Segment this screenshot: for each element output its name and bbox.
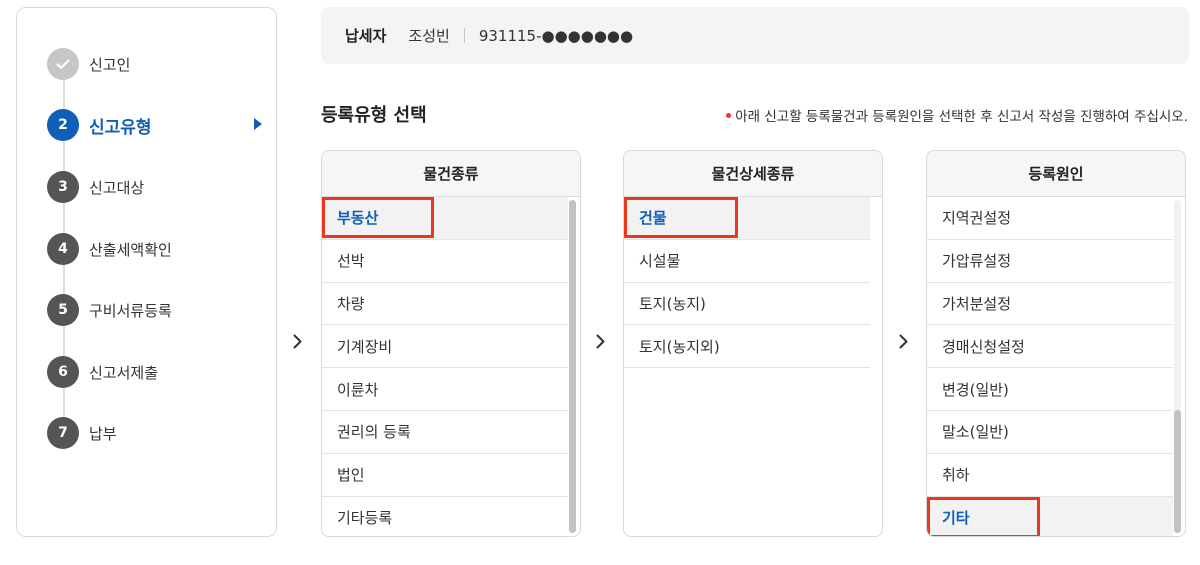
step-7-payment[interactable]: 7 납부 bbox=[47, 417, 262, 449]
property-type-scrollbar[interactable] bbox=[569, 200, 576, 533]
list-item-label: 선박 bbox=[337, 252, 365, 271]
list-item[interactable]: 기타등록 bbox=[322, 497, 568, 536]
property-detail-list-area: 건물시설물토지(농지) 토지(농지외) bbox=[624, 197, 882, 536]
list-item-label: 기타등록 bbox=[337, 508, 393, 527]
registration-cause-list-area: 지역권설정가압류설정가처분설정경매신청설정변경(일반) 말소(일반) 취하기타 bbox=[927, 197, 1185, 536]
step-3-number: 3 bbox=[47, 171, 79, 203]
chevron-right-icon bbox=[896, 333, 910, 349]
taxpayer-id-number: 931115-●●●●●●● bbox=[478, 26, 634, 45]
registration-cause-scroll-thumb[interactable] bbox=[1174, 410, 1181, 533]
step-7-number: 7 bbox=[47, 417, 79, 449]
list-item[interactable]: 선박 bbox=[322, 240, 568, 283]
list-item-label: 말소(일반) bbox=[942, 423, 1009, 442]
taxpayer-label: 납세자 bbox=[345, 27, 387, 45]
list-item-label: 차량 bbox=[337, 294, 365, 313]
list-item[interactable]: 말소(일반) bbox=[927, 411, 1173, 454]
list-item[interactable]: 변경(일반) bbox=[927, 368, 1173, 411]
list-item[interactable]: 시설물 bbox=[624, 240, 870, 283]
list-item[interactable]: 취하 bbox=[927, 454, 1173, 497]
step-5-documents[interactable]: 5 구비서류등록 bbox=[47, 294, 262, 326]
step-2-report-type[interactable]: 2 신고유형 bbox=[47, 109, 262, 141]
list-item-selected[interactable]: 건물 bbox=[624, 197, 870, 240]
step-3-report-target[interactable]: 3 신고대상 bbox=[47, 171, 262, 203]
step-5-label: 구비서류등록 bbox=[89, 301, 172, 320]
registration-cause-header: 등록원인 bbox=[927, 151, 1185, 197]
step-1-declarant[interactable]: 신고인 bbox=[47, 48, 262, 80]
list-item-selected[interactable]: 기타 bbox=[927, 496, 1173, 536]
instruction-notice: 아래 신고할 등록물건과 등록원인을 선택한 후 신고서 작성을 진행하여 주십… bbox=[726, 105, 1188, 125]
property-type-list-area: 부동산선박차량기계장비이륜차권리의 등록법인기타등록 bbox=[322, 197, 580, 536]
selection-highlight-box bbox=[927, 496, 1040, 536]
property-type-column: 물건종류 부동산선박차량기계장비이륜차권리의 등록법인기타등록 bbox=[321, 150, 581, 537]
step-7-label: 납부 bbox=[89, 424, 117, 443]
list-item-label: 이륜차 bbox=[337, 380, 379, 399]
step-navigator: 신고인 2 신고유형 3 신고대상 4 산출세액확인 5 구비서류등록 6 신고… bbox=[16, 7, 277, 537]
list-item[interactable]: 권리의 등록 bbox=[322, 411, 568, 454]
chevron-right-icon bbox=[290, 333, 304, 349]
list-item-label: 법인 bbox=[337, 466, 365, 485]
list-item-label: 토지(농지) bbox=[639, 294, 706, 313]
property-type-list: 부동산선박차량기계장비이륜차권리의 등록법인기타등록 bbox=[322, 197, 580, 536]
step-6-label: 신고서제출 bbox=[89, 363, 159, 382]
selection-highlight-box bbox=[322, 197, 434, 238]
list-item[interactable]: 경매신청설정 bbox=[927, 325, 1173, 369]
list-item[interactable]: 차량 bbox=[322, 283, 568, 326]
list-item-label: 변경(일반) bbox=[942, 380, 1009, 399]
list-item-label: 취하 bbox=[942, 466, 970, 485]
step-4-tax-check[interactable]: 4 산출세액확인 bbox=[47, 233, 262, 265]
step-3-label: 신고대상 bbox=[89, 178, 145, 197]
list-item[interactable]: 법인 bbox=[322, 454, 568, 497]
list-item-label: 권리의 등록 bbox=[337, 423, 411, 442]
section-title: 등록유형 선택 bbox=[321, 105, 427, 126]
registration-cause-column: 등록원인 지역권설정가압류설정가처분설정경매신청설정변경(일반) 말소(일반) 취하… bbox=[926, 150, 1186, 537]
property-detail-header: 물건상세종류 bbox=[624, 151, 882, 197]
property-detail-list: 건물시설물토지(농지) 토지(농지외) bbox=[624, 197, 882, 369]
step-2-number: 2 bbox=[47, 109, 79, 141]
list-item[interactable]: 토지(농지) bbox=[624, 283, 870, 326]
taxpayer-divider bbox=[463, 28, 465, 43]
list-item[interactable]: 가처분설정 bbox=[927, 283, 1173, 326]
property-type-header: 물건종류 bbox=[322, 151, 580, 197]
taxpayer-name: 조성빈 bbox=[408, 27, 450, 45]
registration-cause-scrollbar[interactable] bbox=[1174, 200, 1181, 533]
property-type-scroll-thumb[interactable] bbox=[569, 200, 576, 533]
step-4-label: 산출세액확인 bbox=[89, 240, 172, 259]
notice-text: 아래 신고할 등록물건과 등록원인을 선택한 후 신고서 작성을 진행하여 주십… bbox=[735, 109, 1188, 125]
list-item[interactable]: 토지(농지외) bbox=[624, 325, 870, 369]
registration-cause-list: 지역권설정가압류설정가처분설정경매신청설정변경(일반) 말소(일반) 취하기타 bbox=[927, 197, 1185, 536]
list-item[interactable]: 지역권설정 bbox=[927, 197, 1173, 240]
list-item-selected[interactable]: 부동산 bbox=[322, 197, 568, 240]
step-2-label: 신고유형 bbox=[89, 117, 152, 138]
list-item[interactable]: 가압류설정 bbox=[927, 240, 1173, 283]
step-6-number: 6 bbox=[47, 356, 79, 388]
list-item-label: 가처분설정 bbox=[942, 294, 1012, 313]
chevron-right-icon bbox=[593, 333, 607, 349]
step-6-submit[interactable]: 6 신고서제출 bbox=[47, 356, 262, 388]
list-item-label: 지역권설정 bbox=[942, 209, 1012, 228]
list-item[interactable]: 기계장비 bbox=[322, 325, 568, 369]
list-item-label: 토지(농지외) bbox=[639, 337, 720, 356]
list-item-label: 경매신청설정 bbox=[942, 337, 1025, 356]
property-detail-column: 물건상세종류 건물시설물토지(농지) 토지(농지외) bbox=[623, 150, 883, 537]
taxpayer-info-bar: 납세자 조성빈 931115-●●●●●●● bbox=[321, 7, 1189, 64]
step-1-check-icon bbox=[47, 48, 79, 80]
list-item-label: 기계장비 bbox=[337, 337, 393, 356]
current-step-arrow-icon bbox=[254, 118, 262, 130]
step-5-number: 5 bbox=[47, 294, 79, 326]
step-4-number: 4 bbox=[47, 233, 79, 265]
step-1-label: 신고인 bbox=[89, 55, 131, 74]
notice-bullet-icon bbox=[726, 112, 732, 118]
list-item[interactable]: 이륜차 bbox=[322, 368, 568, 411]
list-item-label: 가압류설정 bbox=[942, 252, 1012, 271]
selection-highlight-box bbox=[624, 197, 738, 238]
list-item-label: 시설물 bbox=[639, 252, 681, 271]
